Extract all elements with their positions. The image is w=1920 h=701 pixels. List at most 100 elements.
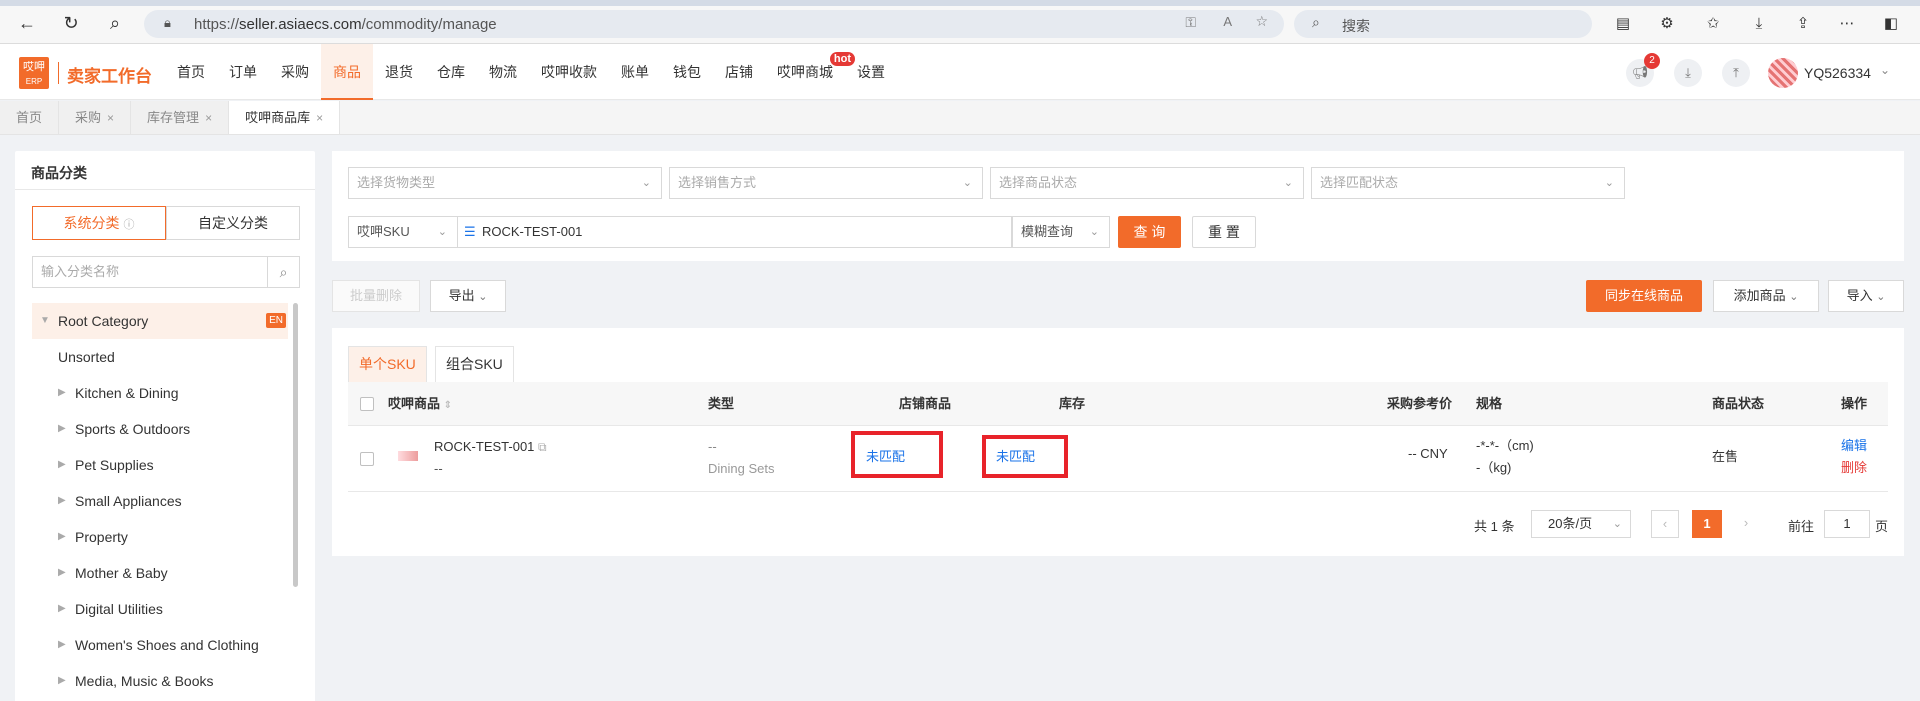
- close-icon[interactable]: ×: [107, 111, 114, 125]
- reset-button[interactable]: 重 置: [1192, 216, 1256, 248]
- read-aloud-icon[interactable]: A: [1223, 14, 1232, 29]
- caret-right-icon[interactable]: ▶: [58, 375, 66, 411]
- tree-item-root[interactable]: ▼ Root Category EN: [32, 303, 288, 339]
- tab-purchase[interactable]: 采购 ×: [59, 101, 132, 134]
- current-page[interactable]: 1: [1692, 510, 1722, 538]
- tab-product-library[interactable]: 哎呷商品库 ×: [229, 101, 341, 134]
- tree-item-unsorted[interactable]: Unsorted: [32, 339, 288, 375]
- match-status-select[interactable]: 选择匹配状态 ⌄: [1311, 167, 1625, 199]
- tree-item[interactable]: ▶ Small Appliances: [32, 483, 288, 519]
- address-bar[interactable]: 🔒︎ https://seller.asiaecs.com/commodity/…: [144, 10, 1284, 38]
- next-page-button[interactable]: ›: [1732, 510, 1760, 538]
- col-product[interactable]: 哎呷商品 ⇕: [388, 382, 452, 428]
- category-search-button[interactable]: ⌕: [267, 256, 300, 288]
- caret-down-icon[interactable]: ▼: [40, 303, 50, 339]
- notification-button[interactable]: 📢︎ 2: [1626, 53, 1660, 87]
- caret-right-icon[interactable]: ▶: [58, 411, 66, 447]
- page-size-select[interactable]: 20条/页 ⌄: [1531, 510, 1631, 538]
- select-all-checkbox[interactable]: [360, 397, 374, 411]
- nav-home[interactable]: 首页: [165, 44, 217, 100]
- tree-item[interactable]: ▶ Sports & Outdoors: [32, 411, 288, 447]
- product-sku[interactable]: ROCK-TEST-001 ⧉: [434, 439, 547, 455]
- search-icon[interactable]: ⌕: [104, 12, 126, 34]
- tree-item[interactable]: ▶ Women's Shoes and Clothing: [32, 627, 288, 663]
- language-tag[interactable]: EN: [266, 313, 286, 328]
- edit-link[interactable]: 编辑: [1841, 435, 1867, 454]
- import-button[interactable]: 导入 ⌄: [1828, 280, 1904, 312]
- row-checkbox[interactable]: [360, 452, 374, 466]
- batch-delete-button[interactable]: 批量删除: [332, 280, 420, 312]
- sort-icon[interactable]: ⇕: [444, 400, 452, 411]
- nav-products[interactable]: 商品: [321, 44, 373, 100]
- tree-item[interactable]: ▶ Media, Music & Books: [32, 663, 288, 699]
- nav-logistics[interactable]: 物流: [477, 44, 529, 100]
- favorites-icon[interactable]: ✩: [1702, 12, 1724, 34]
- nav-payment[interactable]: 哎呷收款: [529, 44, 609, 100]
- prev-page-button[interactable]: ‹: [1651, 510, 1679, 538]
- nav-shops[interactable]: 店铺: [713, 44, 765, 100]
- key-icon[interactable]: ⚿: [1185, 14, 1196, 31]
- caret-right-icon[interactable]: ▶: [58, 591, 66, 627]
- nav-settings[interactable]: 设置: [845, 44, 897, 100]
- nav-wallet[interactable]: 钱包: [661, 44, 713, 100]
- match-mode-select[interactable]: 模糊查询 ⌄: [1012, 216, 1110, 248]
- tab-combo-sku[interactable]: 组合SKU: [435, 346, 514, 382]
- user-name[interactable]: YQ526334: [1804, 65, 1871, 81]
- tab-single-sku[interactable]: 单个SKU: [348, 346, 427, 382]
- sku-search-input[interactable]: ☰ ROCK-TEST-001: [457, 216, 1012, 248]
- category-scrollbar[interactable]: [293, 303, 298, 587]
- system-category-tab[interactable]: 系统分类 ⓘ: [32, 206, 166, 240]
- back-icon[interactable]: ←: [16, 12, 38, 34]
- category-search-input[interactable]: 输入分类名称: [32, 256, 268, 288]
- logo[interactable]: 哎呷 ERP: [19, 57, 49, 89]
- tree-item[interactable]: ▶ Kitchen & Dining: [32, 375, 288, 411]
- export-button[interactable]: 导出 ⌄: [430, 280, 506, 312]
- more-icon[interactable]: ⋯: [1836, 12, 1858, 34]
- tree-item[interactable]: ▶ Property: [32, 519, 288, 555]
- nav-mall[interactable]: 哎呷商城 hot: [765, 44, 855, 100]
- nav-bills[interactable]: 账单: [609, 44, 661, 100]
- chevron-down-icon[interactable]: ⌄: [1880, 63, 1890, 77]
- download-button[interactable]: ⤓: [1674, 59, 1702, 87]
- goods-type-select[interactable]: 选择货物类型 ⌄: [348, 167, 662, 199]
- goto-page-input[interactable]: 1: [1824, 510, 1870, 538]
- add-product-button[interactable]: 添加商品 ⌄: [1713, 280, 1819, 312]
- query-button[interactable]: 查 询: [1118, 216, 1181, 248]
- upload-button[interactable]: ⤒: [1722, 59, 1750, 87]
- caret-right-icon[interactable]: ▶: [58, 519, 66, 555]
- favorite-star-icon[interactable]: ☆: [1255, 13, 1268, 30]
- help-icon[interactable]: ⓘ: [123, 219, 134, 231]
- product-thumbnail[interactable]: [398, 451, 418, 461]
- shop-match-link[interactable]: 未匹配: [866, 446, 905, 465]
- split-screen-icon[interactable]: ▤: [1612, 12, 1634, 34]
- close-icon[interactable]: ×: [205, 111, 212, 125]
- sync-online-products-button[interactable]: 同步在线商品: [1586, 280, 1702, 312]
- sale-method-select[interactable]: 选择销售方式 ⌄: [669, 167, 983, 199]
- nav-purchase[interactable]: 采购: [269, 44, 321, 100]
- avatar[interactable]: [1768, 58, 1798, 88]
- caret-right-icon[interactable]: ▶: [58, 483, 66, 519]
- tree-item[interactable]: ▶ Pet Supplies: [32, 447, 288, 483]
- tab-home[interactable]: 首页: [0, 101, 60, 134]
- tree-item[interactable]: ▶ Mother & Baby: [32, 555, 288, 591]
- custom-category-tab[interactable]: 自定义分类: [166, 206, 300, 240]
- caret-right-icon[interactable]: ▶: [58, 447, 66, 483]
- copy-icon[interactable]: ⧉: [538, 440, 547, 454]
- nav-warehouse[interactable]: 仓库: [425, 44, 477, 100]
- product-status-select[interactable]: 选择商品状态 ⌄: [990, 167, 1304, 199]
- reload-icon[interactable]: ↻: [60, 12, 82, 34]
- tab-inventory[interactable]: 库存管理 ×: [131, 101, 230, 134]
- nav-returns[interactable]: 退货: [373, 44, 425, 100]
- browser-search-box[interactable]: ⌕ 搜索: [1294, 10, 1592, 38]
- extensions-icon[interactable]: ⚙: [1656, 12, 1678, 34]
- close-icon[interactable]: ×: [316, 111, 323, 125]
- caret-right-icon[interactable]: ▶: [58, 555, 66, 591]
- tree-item[interactable]: ▶ Digital Utilities: [32, 591, 288, 627]
- delete-link[interactable]: 删除: [1841, 457, 1867, 476]
- caret-right-icon[interactable]: ▶: [58, 627, 66, 663]
- sku-field-select[interactable]: 哎呷SKU ⌄: [348, 216, 458, 248]
- download-icon[interactable]: ⤓: [1748, 12, 1770, 34]
- nav-orders[interactable]: 订单: [217, 44, 269, 100]
- stock-match-link[interactable]: 未匹配: [996, 446, 1035, 465]
- share-icon[interactable]: ⇪: [1792, 12, 1814, 34]
